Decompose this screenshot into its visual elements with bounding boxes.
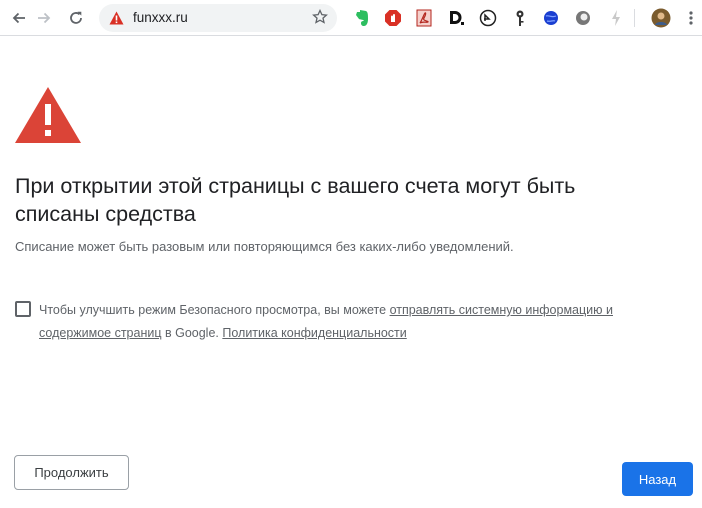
evernote-icon[interactable] [352,8,372,28]
grammarly-icon[interactable] [478,8,498,28]
profile-avatar-icon[interactable] [651,8,671,28]
url-text[interactable]: funxxx.ru [133,10,188,25]
safe-browsing-report: Чтобы улучшить режим Безопасного просмот… [15,299,675,349]
warning-description: Списание может быть разовым или повторяю… [15,239,514,254]
continue-button[interactable]: Продолжить [14,455,129,490]
pdf-icon[interactable] [414,8,434,28]
adblock-icon[interactable] [383,8,403,28]
menu-icon[interactable] [681,8,701,28]
back-arrow-icon [12,12,25,24]
privacy-policy-link[interactable]: Политика конфиденциальности [222,326,406,340]
gray-circle-icon[interactable] [573,8,593,28]
lightning-icon[interactable] [606,8,626,28]
back-button[interactable] [6,5,32,31]
report-middle: в Google. [161,326,223,340]
reload-icon [70,11,82,24]
forward-arrow-icon [38,12,51,24]
dashlane-icon[interactable] [446,8,466,28]
warning-triangle-icon [15,87,81,143]
toolbar-divider [634,9,635,27]
back-to-safety-button[interactable]: Назад [622,462,693,496]
key-icon[interactable] [510,8,530,28]
report-text: Чтобы улучшить режим Безопасного просмот… [39,299,669,345]
report-prefix: Чтобы улучшить режим Безопасного просмот… [39,303,390,317]
browser-toolbar: funxxx.ru [0,0,702,36]
report-checkbox[interactable] [15,301,31,317]
page-title: При открытии этой страницы с вашего счет… [15,174,576,226]
reload-button[interactable] [63,5,89,31]
forward-button[interactable] [31,5,57,31]
star-icon[interactable] [312,9,328,25]
address-bar[interactable]: funxxx.ru [99,4,337,32]
warning-icon[interactable] [109,11,124,25]
blue-globe-icon[interactable] [541,8,561,28]
